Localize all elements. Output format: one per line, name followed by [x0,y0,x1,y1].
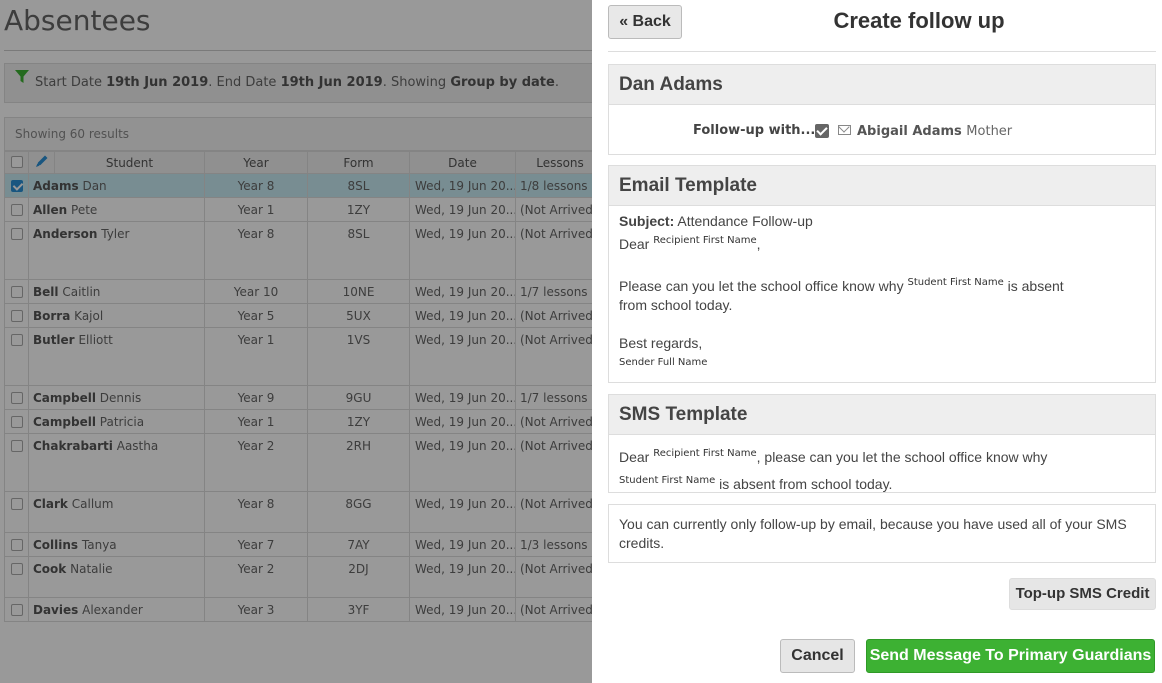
student-name-heading: Dan Adams [609,65,1155,105]
sms-line-1: Dear Recipient First Name, please can yo… [619,442,1145,469]
sender-placeholder: Sender Full Name [619,357,708,368]
sms-student-placeholder: Student First Name [619,475,716,486]
panel-divider [608,51,1156,52]
subject-label: Subject: [619,213,675,229]
guardian-entry: Abigail Adams Mother [857,124,1012,139]
sms-greeting: Dear [619,449,650,465]
student-box: Dan Adams Follow-up with... Abigail Adam… [608,64,1156,155]
email-body-line-2: from school today. [619,297,733,313]
sms-body-post: is absent from school today. [719,476,893,492]
email-template-box: Email Template Subject: Attendance Follo… [608,165,1156,383]
sms-body-pre: , please can you let the school office k… [756,449,1048,465]
guardian-checkbox[interactable] [815,124,829,138]
email-template-heading: Email Template [609,166,1155,206]
follow-up-row: Follow-up with... Abigail Adams Mother [609,105,1155,153]
panel-title: Create follow up [833,8,1005,33]
follow-up-label: Follow-up with... [693,123,816,138]
follow-up-panel: « Back Create follow up Dan Adams Follow… [592,0,1162,683]
subject-value: Attendance Follow-up [677,213,813,229]
sms-credit-notice: You can currently only follow-up by emai… [608,504,1156,563]
email-body-line: Please can you let the school office kno… [619,273,1145,296]
student-placeholder: Student First Name [907,277,1004,288]
sms-line-2: Student First Name is absent from school… [619,469,1145,496]
top-up-sms-credit-button[interactable]: Top-up SMS Credit [1009,578,1156,610]
body-text-pre: Please can you let the school office kno… [619,278,904,294]
sms-template-heading: SMS Template [609,395,1155,435]
body-text-post: is absent [1007,278,1064,294]
greeting-text: Dear [619,236,650,252]
guardian-name: Abigail Adams [857,124,962,139]
modal-backdrop[interactable] [0,0,592,683]
sms-template-box: SMS Template Dear Recipient First Name, … [608,394,1156,493]
cancel-button[interactable]: Cancel [780,639,855,673]
send-message-button[interactable]: Send Message To Primary Guardians [866,639,1155,673]
email-subject-line: Subject: Attendance Follow-up [619,212,1145,231]
email-template-body[interactable]: Subject: Attendance Follow-up Dear Recip… [609,206,1155,378]
notice-text: You can currently only follow-up by emai… [619,516,1127,551]
email-icon [838,125,851,135]
recipient-placeholder: Recipient First Name [653,235,757,246]
email-greeting: Dear Recipient First Name, [619,231,1145,254]
greeting-comma: , [756,236,761,252]
guardian-relation: Mother [966,124,1013,139]
email-signoff: Best regards, [619,335,703,351]
sms-recipient-placeholder: Recipient First Name [653,448,757,459]
sms-template-body[interactable]: Dear Recipient First Name, please can yo… [609,435,1155,502]
